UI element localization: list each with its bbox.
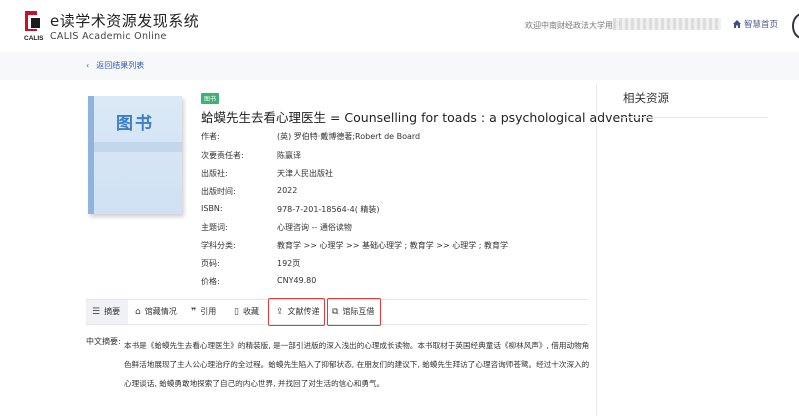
home-icon [733, 20, 741, 28]
cover-label: 图书 [116, 114, 154, 134]
tab-document-delivery[interactable]: ⇪ 文献传递 [268, 298, 325, 326]
library-icon: ⌂ [135, 307, 141, 317]
field-label-publisher: 出版社: [201, 169, 228, 178]
home-link[interactable]: 智慧首页 [732, 18, 778, 30]
detail-tabs: ☰ 摘要 ⌂ 馆藏情况 ❞ 引用 ▯ 收藏 ⇪ 文献传递 ⧉ 馆际互借 [86, 298, 588, 326]
tab-abstract-label: 摘要 [104, 307, 121, 316]
transfer-icon: ⇪ [276, 307, 284, 317]
tab-interlibrary-loan-label: 馆际互借 [342, 307, 375, 316]
book-title: 蛤蟆先生去看心理医生 = Counselling for toads : a p… [201, 110, 654, 125]
field-value-subject[interactable]: 心理咨询 -- 通俗读物 [277, 222, 352, 233]
field-value-translator[interactable]: 陈赢译 [277, 150, 301, 161]
list-icon: ☰ [92, 307, 101, 317]
back-label: 返回结果列表 [96, 61, 145, 70]
field-value-price: CNY49.80 [277, 276, 317, 285]
interlibrary-icon: ⧉ [332, 307, 339, 317]
field-label-isbn: ISBN: [201, 204, 223, 213]
related-resources-title: 相关资源 [623, 91, 669, 105]
tab-cite[interactable]: ❞ 引用 [191, 300, 216, 324]
sidebar-title-underline [620, 117, 768, 118]
field-label-price: 价格: [201, 277, 220, 286]
field-label-author: 作者: [201, 132, 220, 141]
tab-abstract[interactable]: ☰ 摘要 [86, 300, 128, 324]
field-label-translator: 次要责任者: [201, 151, 244, 160]
field-label-classification: 学科分类: [201, 241, 236, 250]
field-value-author[interactable]: (英) 罗伯特·戴博德著;Robert de Board [277, 131, 420, 142]
logo-text: CALIS [24, 35, 44, 42]
field-label-subject: 主题词: [201, 223, 228, 232]
book-cover: 图书 [88, 96, 182, 214]
calis-logo-icon[interactable]: CALIS [24, 9, 46, 43]
field-value-pages: 192页 [277, 259, 301, 268]
field-value-pubdate: 2022 [277, 186, 298, 195]
sidebar-divider [596, 84, 597, 416]
app-title: e读学术资源发现系统 [50, 12, 200, 30]
field-label-pages: 页码: [201, 259, 220, 268]
bookmark-icon: ▯ [234, 307, 239, 317]
home-label: 智慧首页 [744, 20, 779, 30]
welcome-text: 欢迎中南财经政法大学用户 [525, 21, 621, 30]
redacted-username [613, 18, 721, 30]
top-header: CALIS e读学术资源发现系统 CALIS Academic Online 欢… [0, 0, 799, 52]
quote-icon: ❞ [191, 307, 197, 317]
tab-favorite[interactable]: ▯ 收藏 [234, 300, 259, 324]
field-value-isbn: 978-7-201-18564-4( 精装) [277, 205, 380, 214]
field-value-publisher: 天津人民出版社 [277, 169, 333, 178]
tab-interlibrary-loan[interactable]: ⧉ 馆际互借 [327, 298, 381, 326]
user-avatar[interactable] [792, 13, 799, 39]
tab-document-delivery-label: 文献传递 [287, 307, 320, 316]
back-to-results-link[interactable]: ‹ 返回结果列表 [86, 60, 144, 71]
field-value-classification[interactable]: 教育学 >> 心理学 >> 基础心理学 ; 教育学 >> 心理学 ; 教育学 [277, 240, 508, 251]
tab-holdings-label: 馆藏情况 [144, 307, 177, 316]
tab-holdings[interactable]: ⌂ 馆藏情况 [135, 300, 177, 324]
abstract-label: 中文摘要: [86, 337, 121, 346]
abstract-text: 本书是《蛤蟆先生去看心理医生》的精装版, 是一部引进版的深入浅出的心理成长读物。… [124, 341, 590, 388]
field-label-pubdate: 出版时间: [201, 187, 236, 196]
app-subtitle: CALIS Academic Online [50, 31, 167, 42]
tab-favorite-label: 收藏 [242, 307, 259, 316]
chevron-left-icon: ‹ [86, 61, 90, 70]
cover-band [94, 142, 182, 152]
resource-type-badge: 图书 [201, 93, 220, 104]
tab-cite-label: 引用 [200, 307, 217, 316]
